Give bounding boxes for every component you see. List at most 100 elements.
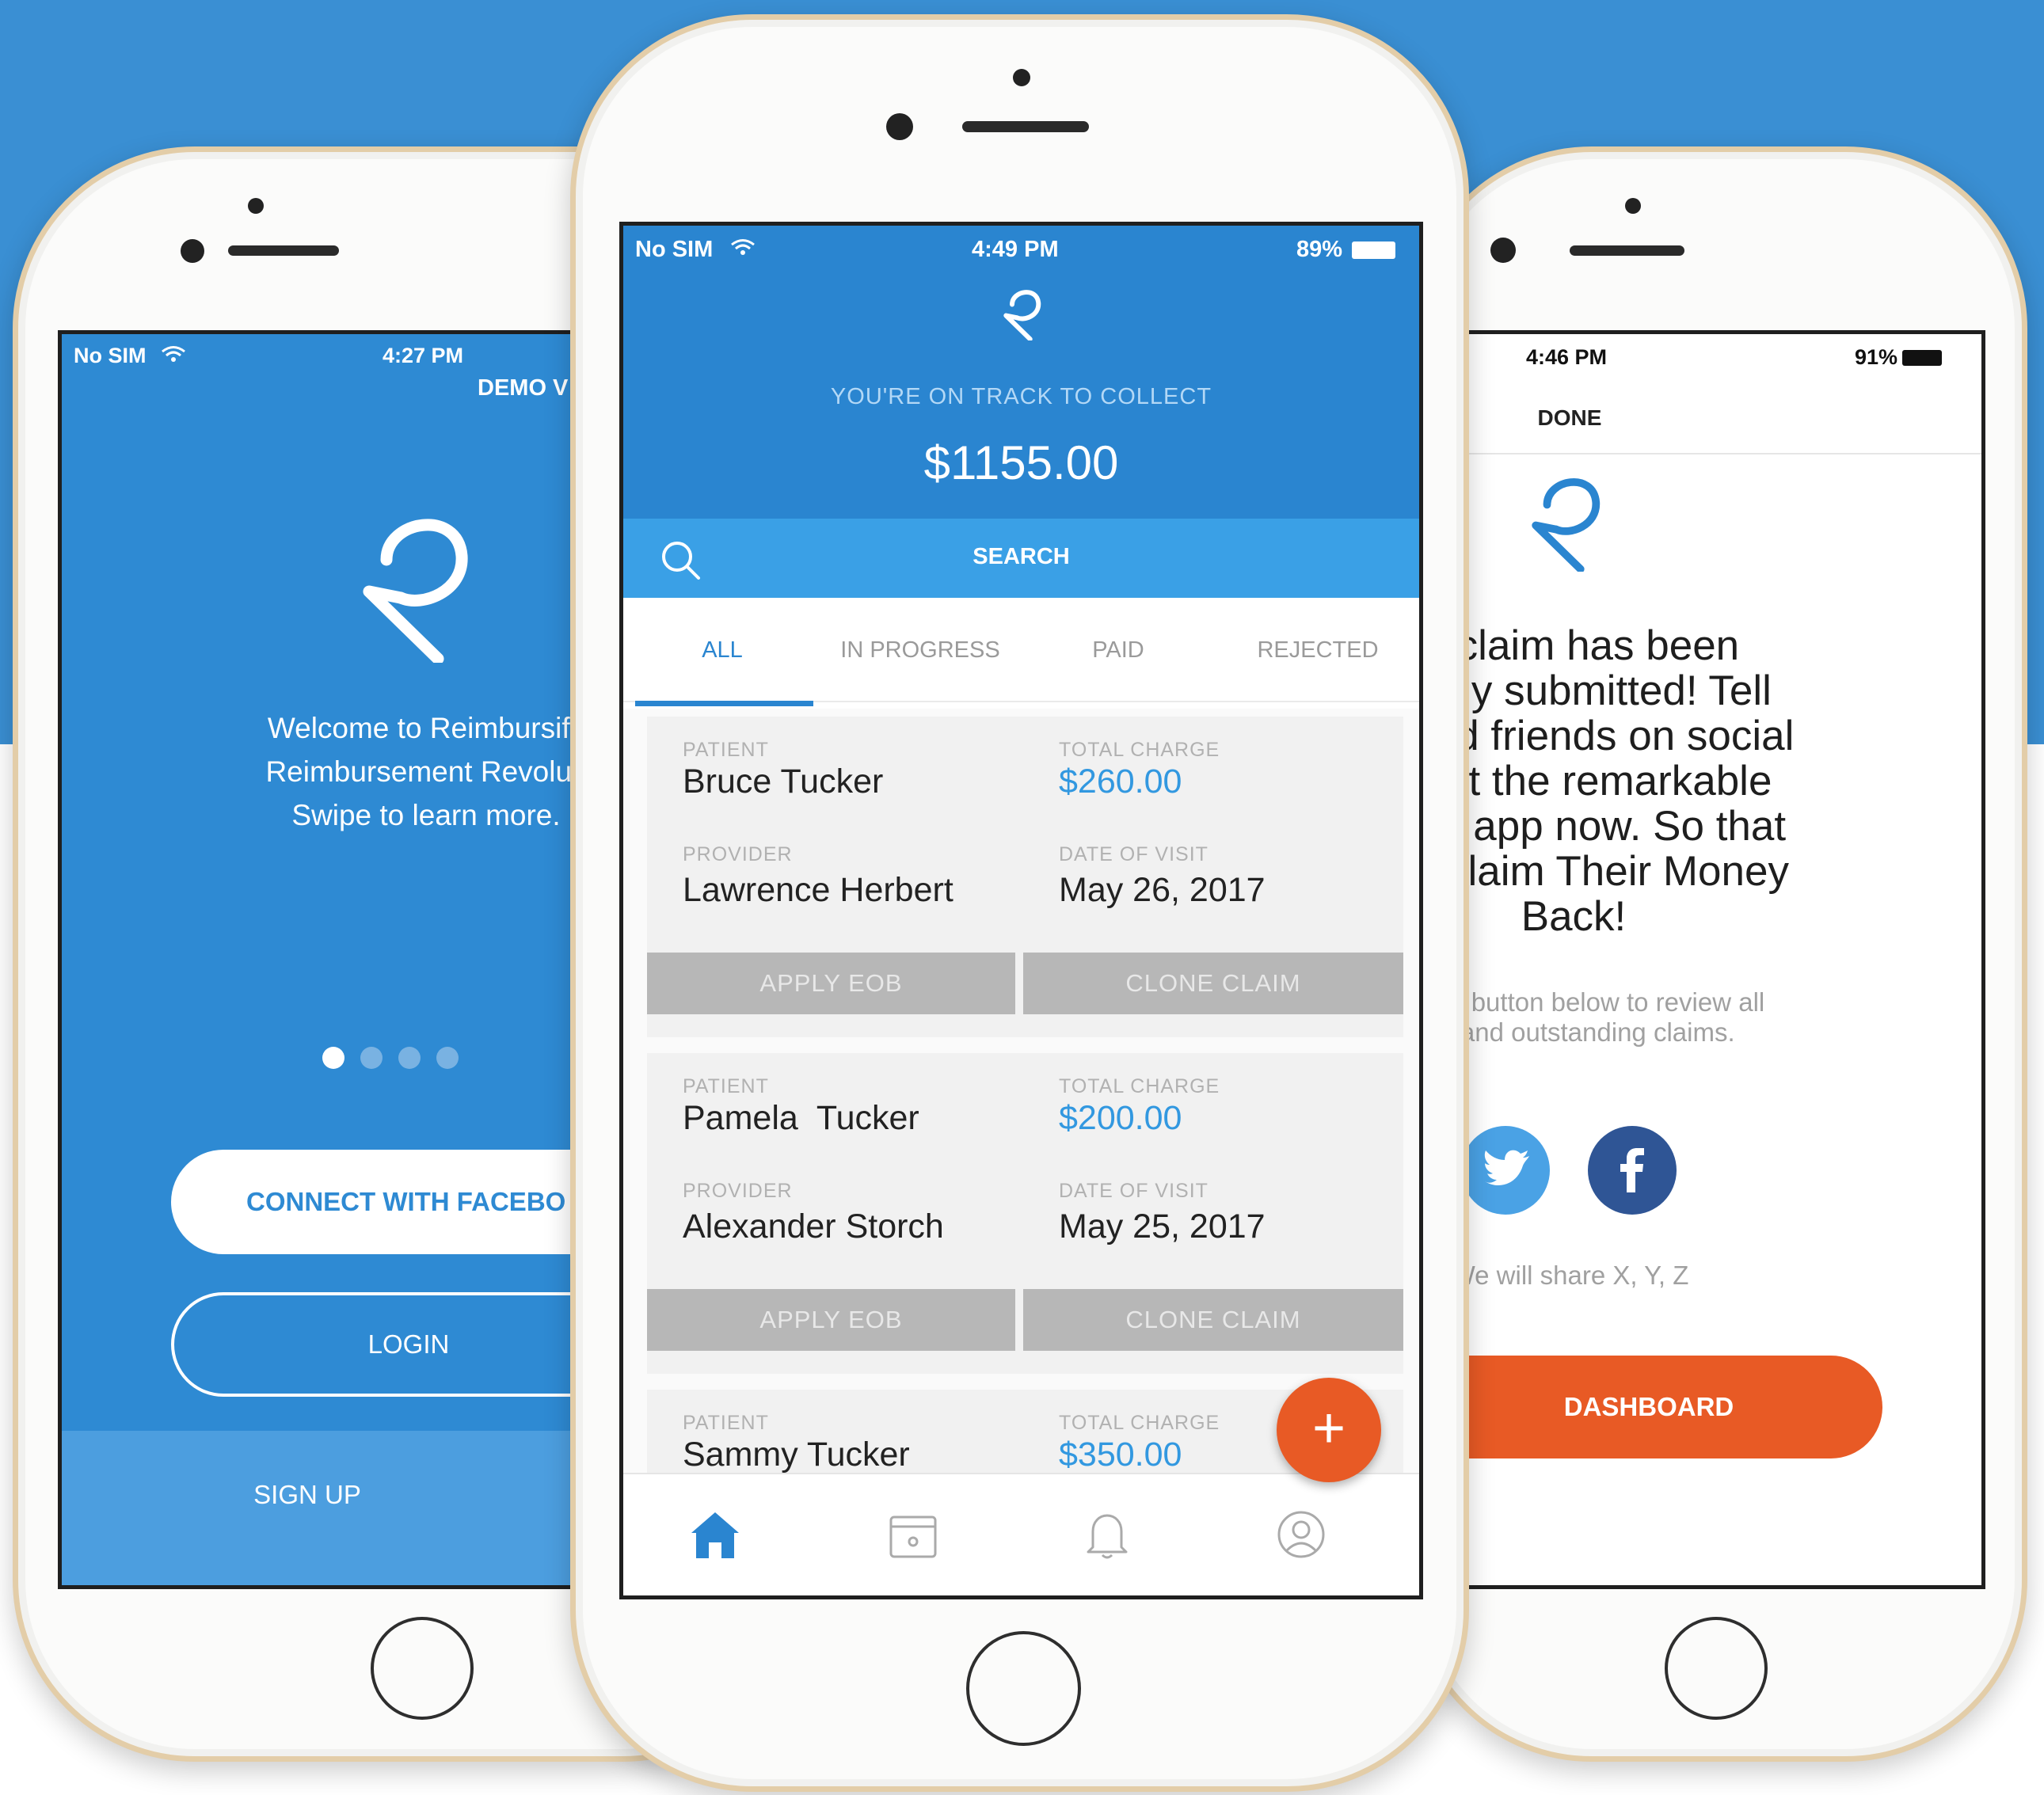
claim-card[interactable]: PATIENT Pamela Tucker TOTAL CHARGE $200.… <box>647 1053 1403 1374</box>
reimbursify-logo <box>1003 285 1043 344</box>
earpiece <box>962 121 1089 132</box>
earpiece <box>1570 245 1684 256</box>
claims-dashboard-screen: No SIM 4:49 PM 89% YOU'RE ON TRACK TO CO… <box>619 222 1423 1599</box>
message-line: Back! <box>1521 893 1627 940</box>
apply-eob-button[interactable]: APPLY EOB <box>647 1289 1015 1351</box>
status-time: 4:46 PM <box>1526 345 1608 369</box>
patient-name: Bruce Tucker <box>683 762 884 801</box>
tab-paid[interactable]: PAID <box>1019 637 1217 664</box>
claim-submitted-screen: 4:46 PM 91% DONE ur claim has been ssful… <box>1415 330 1985 1589</box>
phone-right: 4:46 PM 91% DONE ur claim has been ssful… <box>1410 146 2027 1762</box>
status-battery: 91% <box>1855 345 1898 369</box>
front-camera <box>1490 238 1516 263</box>
battery-icon <box>1902 350 1942 366</box>
tab-all[interactable]: ALL <box>623 637 821 664</box>
status-carrier: No SIM <box>635 237 714 262</box>
message-line: about the remarkable <box>1415 758 1772 804</box>
provider-label: PROVIDER <box>683 843 793 865</box>
total-charge-value: $260.00 <box>1059 762 1182 801</box>
provider-label: PROVIDER <box>683 1180 793 1202</box>
nav-notifications[interactable] <box>1079 1506 1142 1569</box>
provider-name: Lawrence Herbert <box>683 871 953 909</box>
front-sensor <box>1625 198 1641 214</box>
bottom-nav <box>623 1473 1419 1595</box>
message-line: can Claim Their Money <box>1415 848 1789 895</box>
pager-dot[interactable] <box>360 1047 383 1069</box>
phone-center: No SIM 4:49 PM 89% YOU'RE ON TRACK TO CO… <box>570 14 1469 1792</box>
patient-name: Sammy Tucker <box>683 1436 910 1473</box>
facebook-icon <box>1620 1148 1644 1192</box>
reimbursify-logo <box>1530 469 1605 576</box>
pager-dot[interactable] <box>436 1047 459 1069</box>
dashboard-button[interactable]: DASHBOARD <box>1415 1356 1882 1458</box>
calendar-icon <box>889 1515 937 1558</box>
patient-label: PATIENT <box>683 739 769 761</box>
instruction-line: iled and outstanding claims. <box>1415 1017 1735 1047</box>
earpiece <box>228 245 339 256</box>
signup-label: SIGN UP <box>253 1480 361 1509</box>
instruction-text: orange button below to review all iled a… <box>1415 987 1946 1048</box>
message-line: ssfully submitted! Tell <box>1415 667 1772 714</box>
date-of-visit-value: May 26, 2017 <box>1059 871 1266 909</box>
success-message: ur claim has been ssfully submitted! Tel… <box>1415 623 1946 939</box>
claim-card[interactable]: PATIENT Bruce Tucker TOTAL CHARGE $260.0… <box>647 717 1403 1037</box>
status-time: 4:49 PM <box>972 237 1059 262</box>
nav-home[interactable] <box>687 1506 750 1569</box>
apply-eob-button[interactable]: APPLY EOB <box>647 953 1015 1014</box>
provider-name: Alexander Storch <box>683 1207 944 1245</box>
message-line: ur claim has been <box>1415 622 1740 669</box>
dashboard-header: No SIM 4:49 PM 89% YOU'RE ON TRACK TO CO… <box>623 226 1419 598</box>
front-sensor <box>1013 69 1030 86</box>
clone-claim-button[interactable]: CLONE CLAIM <box>1023 953 1403 1014</box>
nav-profile[interactable] <box>1273 1506 1336 1569</box>
date-of-visit-label: DATE OF VISIT <box>1059 843 1209 865</box>
instruction-line: orange button below to review all <box>1415 987 1765 1017</box>
home-button[interactable] <box>966 1631 1081 1746</box>
patient-label: PATIENT <box>683 1412 769 1434</box>
collect-amount: $1155.00 <box>923 436 1119 489</box>
battery-icon <box>1352 241 1395 259</box>
message-line: ursify app now. So that <box>1415 803 1787 850</box>
total-charge-value: $350.00 <box>1059 1436 1182 1473</box>
active-tab-indicator <box>635 701 813 706</box>
pager-dot-active[interactable] <box>322 1047 344 1069</box>
claim-status-tabs: ALL IN PROGRESS PAID REJECTED <box>623 598 1419 702</box>
home-button[interactable] <box>1665 1617 1768 1720</box>
demo-link[interactable]: DEMO V <box>478 375 568 401</box>
wifi-icon <box>730 238 756 260</box>
pager-dot[interactable] <box>398 1047 421 1069</box>
status-battery: 89% <box>1296 237 1343 262</box>
claims-list[interactable]: PATIENT Bruce Tucker TOTAL CHARGE $260.0… <box>623 709 1419 1473</box>
clone-claim-button[interactable]: CLONE CLAIM <box>1023 1289 1403 1351</box>
profile-icon <box>1277 1511 1325 1558</box>
date-of-visit-label: DATE OF VISIT <box>1059 1180 1209 1202</box>
total-charge-label: TOTAL CHARGE <box>1059 739 1220 761</box>
home-icon <box>691 1512 739 1558</box>
message-line: ns and friends on social <box>1415 713 1795 759</box>
nav-calendar[interactable] <box>885 1506 948 1569</box>
home-button[interactable] <box>371 1617 474 1720</box>
wifi-icon <box>161 345 186 367</box>
bell-icon <box>1087 1514 1128 1559</box>
patient-name: Pamela Tucker <box>683 1099 919 1137</box>
tab-in-progress[interactable]: IN PROGRESS <box>821 637 1019 664</box>
twitter-icon <box>1484 1150 1529 1186</box>
tab-rejected[interactable]: REJECTED <box>1219 637 1417 664</box>
search-bar[interactable]: SEARCH <box>623 519 1419 598</box>
reimbursify-logo <box>363 504 474 667</box>
status-time: 4:27 PM <box>383 344 464 367</box>
collect-label: YOU'RE ON TRACK TO COLLECT <box>830 384 1212 409</box>
total-charge-label: TOTAL CHARGE <box>1059 1075 1220 1097</box>
search-label: SEARCH <box>973 544 1070 569</box>
front-camera <box>886 113 913 140</box>
patient-label: PATIENT <box>683 1075 769 1097</box>
header-divider <box>1415 453 1981 454</box>
facebook-share-button[interactable] <box>1588 1126 1677 1215</box>
status-carrier: No SIM <box>74 344 147 367</box>
date-of-visit-value: May 25, 2017 <box>1059 1207 1266 1245</box>
front-camera <box>181 239 204 263</box>
total-charge-label: TOTAL CHARGE <box>1059 1412 1220 1434</box>
twitter-share-button[interactable] <box>1461 1126 1550 1215</box>
add-claim-button[interactable]: + <box>1277 1378 1381 1482</box>
total-charge-value: $200.00 <box>1059 1099 1182 1137</box>
